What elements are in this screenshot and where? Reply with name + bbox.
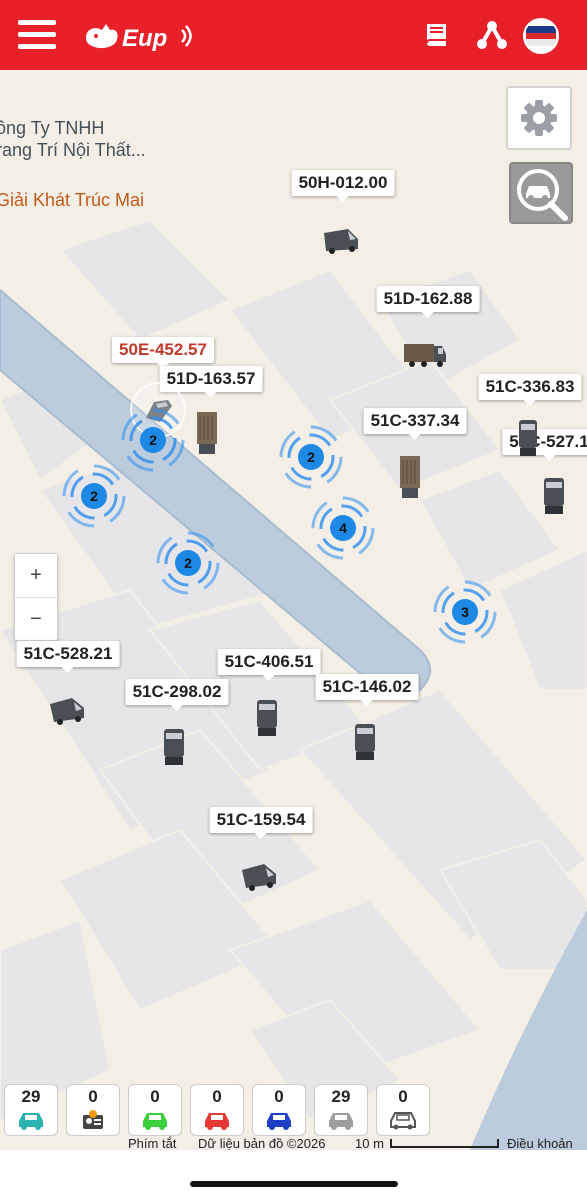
vehicle-search-button[interactable] [509, 162, 573, 224]
status-license-alert-button[interactable]: 0 [66, 1084, 120, 1136]
book-icon[interactable] [420, 18, 454, 52]
status-count: 0 [88, 1087, 98, 1106]
vehicle-plate[interactable]: 51C-298.02 [125, 679, 229, 711]
box-truck-icon[interactable] [541, 476, 567, 516]
cluster-count: 2 [298, 444, 324, 470]
status-count: 29 [21, 1087, 41, 1106]
cluster-count: 2 [175, 550, 201, 576]
status-offline-button[interactable]: 29 [314, 1084, 368, 1136]
box-truck-icon[interactable] [254, 698, 280, 738]
zoom-out-button[interactable]: − [15, 598, 57, 641]
system-nav-bar [0, 1150, 587, 1200]
container-truck-icon[interactable] [397, 454, 423, 500]
vehicle-plate[interactable]: 51D-162.88 [376, 286, 480, 318]
vehicle-plate[interactable]: 51C-159.54 [209, 807, 313, 839]
vehicle-plate[interactable]: 51C-336.83 [478, 374, 582, 406]
box-truck-icon[interactable] [352, 722, 378, 762]
cluster-count: 2 [140, 427, 166, 453]
box-truck-icon[interactable] [516, 418, 540, 458]
vehicle-plate[interactable]: 51C-337.34 [363, 408, 467, 440]
container-truck-icon[interactable] [194, 410, 220, 456]
vehicle-cluster[interactable]: 3 [430, 577, 500, 647]
car-gray-icon [329, 1113, 353, 1130]
status-no-signal-button[interactable]: 0 [376, 1084, 430, 1136]
status-stopped-button[interactable]: 0 [190, 1084, 244, 1136]
vehicle-cluster[interactable]: 4 [308, 493, 378, 563]
poi-label: rang Trí Nội Thất... [0, 140, 146, 160]
status-count: 0 [398, 1087, 408, 1106]
vehicle-plate[interactable]: 51C-146.02 [315, 674, 419, 706]
map-scale-bar [390, 1139, 499, 1148]
status-blue-button[interactable]: 0 [252, 1084, 306, 1136]
vehicle-plate[interactable]: 51C-406.51 [217, 649, 321, 681]
app-header: Eup [0, 0, 587, 70]
poi-label: Giải Khát Trúc Mai [0, 190, 145, 210]
car-green-icon [143, 1113, 167, 1130]
vehicle-search-icon [517, 169, 568, 221]
status-count: 0 [212, 1087, 222, 1106]
status-count: 29 [331, 1087, 351, 1106]
status-count: 0 [274, 1087, 284, 1106]
map-scale-label: 10 m [355, 1136, 384, 1151]
vehicle-plate[interactable]: 50H-012.00 [291, 170, 395, 202]
truck-icon[interactable] [402, 338, 448, 370]
van-icon[interactable] [240, 860, 280, 892]
eup-logo: Eup [82, 16, 202, 56]
share-icon[interactable] [475, 18, 509, 52]
status-idle-button[interactable]: 0 [128, 1084, 182, 1136]
cluster-count: 3 [452, 599, 478, 625]
driver-license-icon [83, 1110, 103, 1129]
map-view[interactable]: ông Ty TNHH rang Trí Nội Thất... Giải Kh… [0, 70, 587, 1150]
vehicle-plate[interactable]: 51C-528.21 [16, 641, 120, 673]
car-red-icon [205, 1113, 229, 1130]
brand-text: Eup [122, 25, 167, 52]
vehicle-plate-alert[interactable]: 50E-452.57 [112, 337, 214, 369]
vehicle-cluster[interactable]: 2 [59, 461, 129, 531]
van-icon[interactable] [322, 225, 360, 255]
status-count: 0 [150, 1087, 160, 1106]
cluster-count: 2 [81, 483, 107, 509]
vehicle-cluster[interactable]: 2 [153, 528, 223, 598]
menu-icon[interactable] [18, 20, 56, 50]
poi-label: ông Ty TNHH [0, 118, 105, 138]
car-blue-icon [267, 1113, 291, 1130]
vehicle-cluster[interactable]: 2 [276, 422, 346, 492]
zoom-control: + − [14, 553, 58, 641]
van-icon[interactable] [48, 694, 88, 726]
car-teal-icon [19, 1113, 43, 1130]
status-running-button[interactable]: 29 [4, 1084, 58, 1136]
box-truck-icon[interactable] [161, 727, 187, 767]
car-outline-icon [390, 1112, 416, 1130]
cluster-count: 4 [330, 515, 356, 541]
language-flag-icon[interactable] [523, 18, 559, 54]
terms-link[interactable]: Điều khoản [507, 1136, 573, 1151]
settings-button[interactable] [506, 86, 572, 150]
keyboard-shortcuts-link[interactable]: Phím tắt [128, 1136, 176, 1151]
home-indicator[interactable] [190, 1181, 398, 1187]
vehicle-plate[interactable]: 51C-527.1 [502, 429, 587, 461]
gear-icon [521, 100, 557, 136]
map-data-attribution: Dữ liệu bản đồ ©2026 [198, 1136, 326, 1151]
zoom-in-button[interactable]: + [15, 554, 57, 598]
